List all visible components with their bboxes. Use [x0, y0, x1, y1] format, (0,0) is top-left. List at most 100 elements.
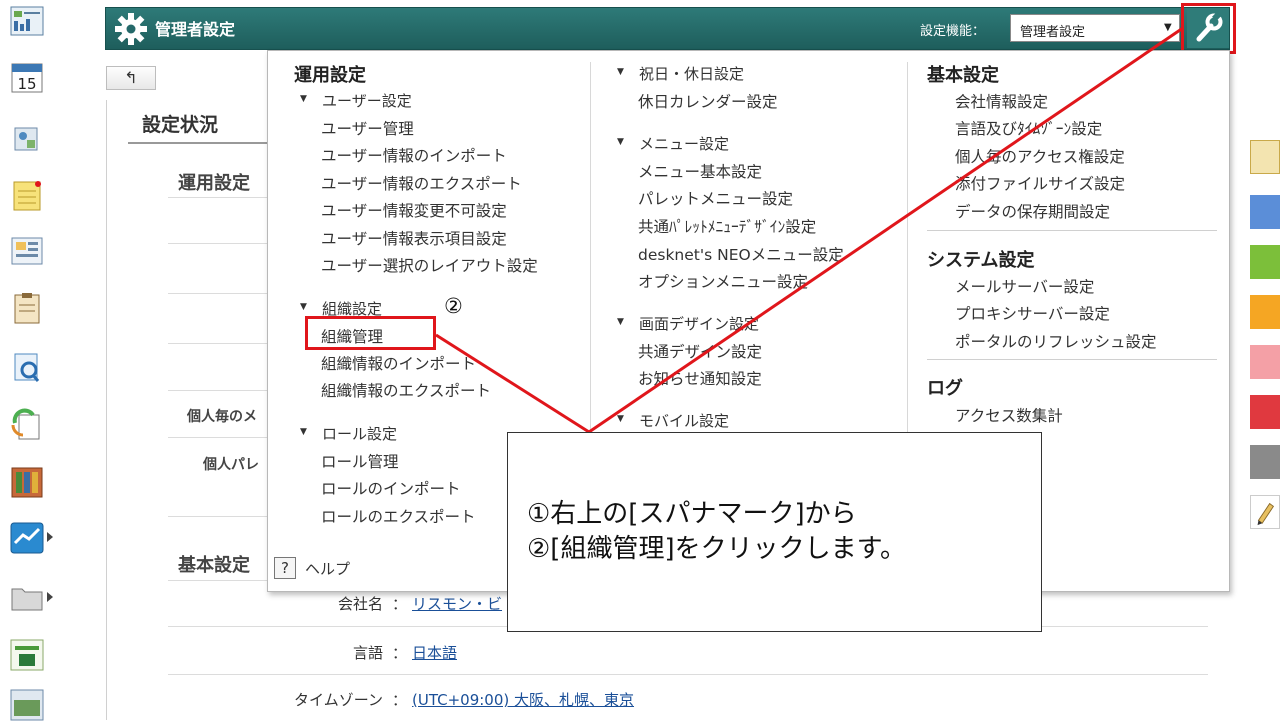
- side-tab-gray[interactable]: [1250, 445, 1280, 479]
- menu-personal-access[interactable]: 個人毎のアクセス権設定: [955, 145, 1125, 167]
- menu-user-select-layout[interactable]: ユーザー選択のレイアウト設定: [321, 254, 538, 276]
- menu-attachment-size[interactable]: 添付ファイルサイズ設定: [955, 172, 1125, 194]
- app-icon[interactable]: [9, 638, 45, 672]
- notification-icon[interactable]: [1250, 140, 1280, 174]
- menu-language-timezone[interactable]: 言語及びﾀｲﾑｿﾞｰﾝ設定: [955, 117, 1102, 139]
- menu-ops-heading: 運用設定: [294, 65, 366, 86]
- workflow-icon[interactable]: [9, 407, 45, 441]
- menu-user-export[interactable]: ユーザー情報のエクスポート: [321, 172, 522, 194]
- divider: [168, 516, 268, 517]
- language-link[interactable]: 日本語: [412, 642, 457, 663]
- org-management-highlight-box: [305, 316, 436, 350]
- menu-system-heading: システム設定: [927, 250, 1035, 271]
- side-tab-red[interactable]: [1250, 395, 1280, 429]
- status-title: 設定状況: [142, 114, 219, 136]
- menu-company-info[interactable]: 会社情報設定: [955, 90, 1048, 112]
- menu-holiday-group[interactable]: 祝日・休日設定: [617, 63, 744, 84]
- menu-org-export[interactable]: 組織情報のエクスポート: [321, 379, 491, 401]
- menu-mobile-group[interactable]: モバイル設定: [617, 410, 729, 431]
- company-name-link[interactable]: リスモン・ビ: [412, 593, 502, 614]
- colon: ：: [392, 595, 408, 613]
- menu-mail-server[interactable]: メールサーバー設定: [955, 275, 1094, 297]
- help-link[interactable]: ヘルプ: [305, 558, 350, 579]
- timezone-label: タイムゾーン: [294, 691, 383, 709]
- cabinet-icon[interactable]: [9, 465, 45, 499]
- divider: [168, 243, 268, 244]
- menu-desknets-neo-menu[interactable]: desknet's NEOメニュー設定: [638, 243, 844, 265]
- clipboard-icon[interactable]: [9, 291, 45, 325]
- menu-menu-basic[interactable]: メニュー基本設定: [638, 160, 762, 182]
- side-tab-orange[interactable]: [1250, 295, 1280, 329]
- calendar-day: 15: [17, 75, 36, 93]
- menu-role-import[interactable]: ロールのインポート: [321, 477, 461, 499]
- inquiry-icon[interactable]: [9, 350, 45, 384]
- folder-icon[interactable]: [9, 580, 45, 614]
- menu-common-palette-design[interactable]: 共通ﾊﾟﾚｯﾄﾒﾆｭｰﾃﾞｻﾞｲﾝ設定: [638, 215, 816, 237]
- menu-role-export[interactable]: ロールのエクスポート: [321, 505, 476, 527]
- menu-holiday-calendar[interactable]: 休日カレンダー設定: [638, 90, 778, 112]
- basic-settings-heading: 基本設定: [178, 555, 250, 576]
- memo-icon[interactable]: [9, 178, 45, 212]
- menu-user-group[interactable]: ユーザー設定: [300, 90, 412, 111]
- photo-icon[interactable]: [9, 688, 45, 722]
- calendar-icon[interactable]: 15: [9, 60, 45, 94]
- language-label: 言語: [352, 644, 383, 662]
- menu-separator: [927, 359, 1217, 360]
- header-title: 管理者設定: [155, 20, 236, 39]
- gear-icon: [113, 11, 149, 47]
- personal-menu-row-label: 個人毎のメ: [187, 409, 257, 425]
- menu-portal-refresh[interactable]: ポータルのリフレッシュ設定: [955, 330, 1157, 352]
- back-button[interactable]: ↰: [106, 66, 156, 90]
- divider: [168, 390, 268, 391]
- side-tab-pink[interactable]: [1250, 345, 1280, 379]
- colon: ：: [392, 644, 408, 662]
- callout-text-line-1: ①右上の[スパナマーク]から: [527, 499, 857, 529]
- neo-icon[interactable]: [9, 521, 45, 555]
- side-tab-green[interactable]: [1250, 245, 1280, 279]
- personal-palette-row-label: 個人パレ: [203, 457, 259, 473]
- menu-user-import[interactable]: ユーザー情報のインポート: [321, 144, 507, 166]
- pencil-icon[interactable]: [1250, 495, 1280, 529]
- company-name-label: 会社名: [337, 595, 383, 613]
- divider: [168, 197, 268, 198]
- settings-function-label: 設定機能：: [920, 24, 986, 39]
- menu-notification-settings[interactable]: お知らせ通知設定: [638, 367, 762, 389]
- menu-basic-heading: 基本設定: [927, 65, 999, 86]
- marker-2: ②: [444, 294, 463, 318]
- menu-proxy-server[interactable]: プロキシサーバー設定: [955, 302, 1110, 324]
- menu-log-heading: ログ: [927, 378, 963, 399]
- board-icon[interactable]: [9, 234, 45, 268]
- status-title-underline: [128, 142, 268, 144]
- menu-role-group[interactable]: ロール設定: [300, 423, 397, 444]
- menu-org-import[interactable]: 組織情報のインポート: [321, 352, 476, 374]
- menu-common-design[interactable]: 共通デザイン設定: [638, 340, 762, 362]
- ops-settings-heading: 運用設定: [178, 173, 250, 194]
- colon: ：: [392, 691, 408, 709]
- menu-option-menu[interactable]: オプションメニュー設定: [638, 270, 808, 292]
- help-icon[interactable]: ?: [274, 557, 296, 579]
- divider: [168, 343, 268, 344]
- menu-access-count[interactable]: アクセス数集計: [955, 404, 1063, 426]
- menu-user-management[interactable]: ユーザー管理: [321, 117, 414, 139]
- facility-icon[interactable]: [9, 120, 45, 154]
- divider: [168, 437, 268, 438]
- menu-menu-group[interactable]: メニュー設定: [617, 133, 729, 154]
- menu-separator: [927, 230, 1217, 231]
- menu-user-display-items[interactable]: ユーザー情報表示項目設定: [321, 227, 507, 249]
- callout-text-line-2: ②[組織管理]をクリックします。: [527, 534, 906, 564]
- side-tab-blue[interactable]: [1250, 195, 1280, 229]
- menu-design-group[interactable]: 画面デザイン設定: [617, 313, 759, 334]
- divider: [168, 674, 1208, 675]
- neo-expand-arrow-icon[interactable]: [47, 532, 53, 542]
- menu-data-retention[interactable]: データの保存期間設定: [955, 200, 1110, 222]
- divider: [168, 293, 268, 294]
- timezone-link[interactable]: (UTC+09:00) 大阪、札幌、東京: [412, 689, 634, 710]
- wrench-highlight-box: [1181, 3, 1236, 54]
- menu-palette-menu[interactable]: パレットメニュー設定: [638, 187, 793, 209]
- info-icon[interactable]: [9, 4, 45, 38]
- menu-user-lock-settings[interactable]: ユーザー情報変更不可設定: [321, 199, 507, 221]
- folder-expand-arrow-icon[interactable]: [47, 592, 53, 602]
- settings-function-select[interactable]: 管理者設定: [1010, 14, 1180, 42]
- menu-role-management[interactable]: ロール管理: [321, 450, 399, 472]
- left-app-dock: 15: [0, 0, 56, 722]
